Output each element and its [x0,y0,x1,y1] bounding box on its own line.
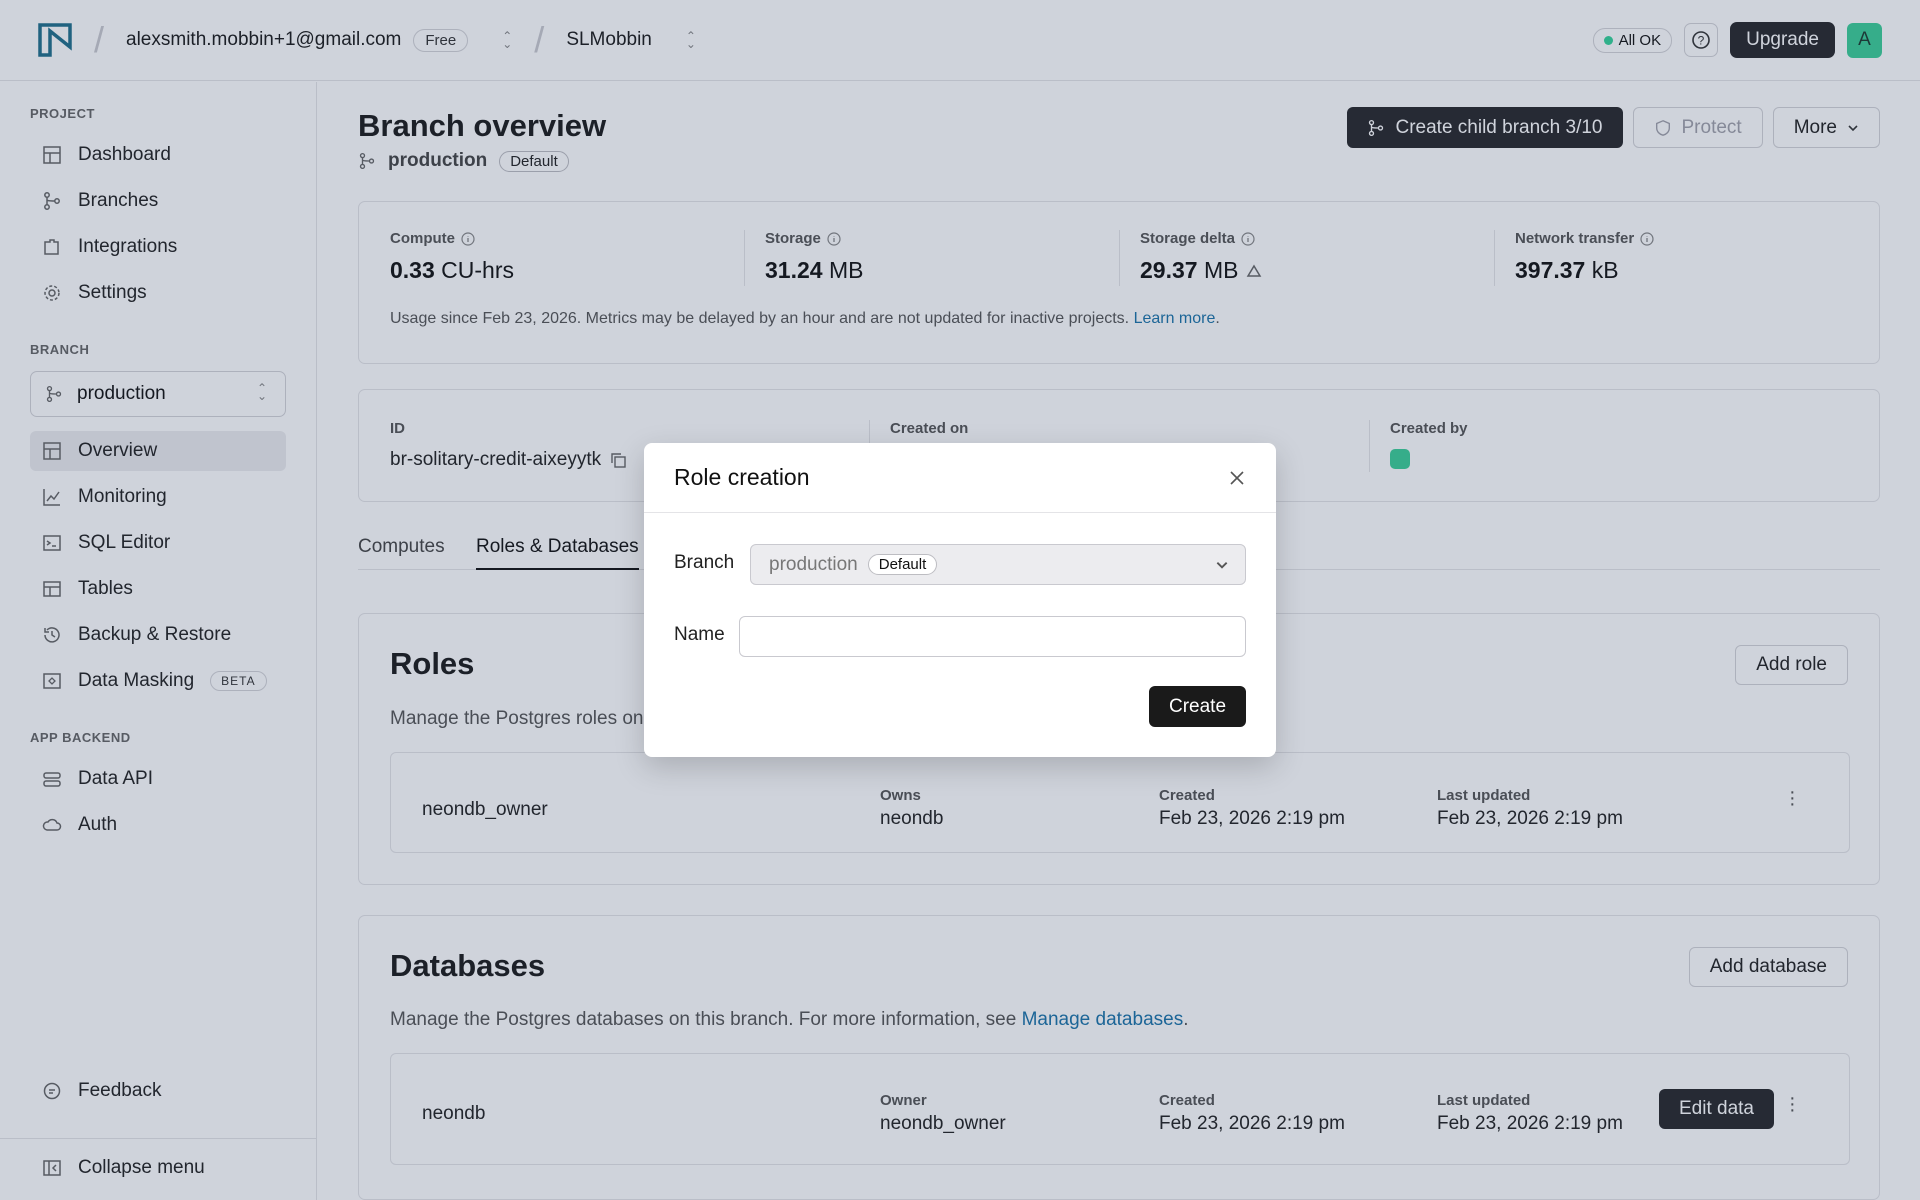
role-name-input[interactable] [739,616,1246,657]
dialog-title: Role creation [674,464,810,490]
branch-select-value: production [769,553,858,575]
default-badge: Default [867,554,938,575]
role-creation-dialog: Role creation Branch production Default … [644,443,1276,757]
branch-field-label: Branch [674,552,735,573]
name-field-label: Name [674,624,725,645]
close-icon[interactable] [1228,469,1246,487]
create-button[interactable]: Create [1149,686,1246,727]
chevron-down-icon [1216,562,1228,569]
branch-select[interactable]: production Default [750,544,1246,585]
